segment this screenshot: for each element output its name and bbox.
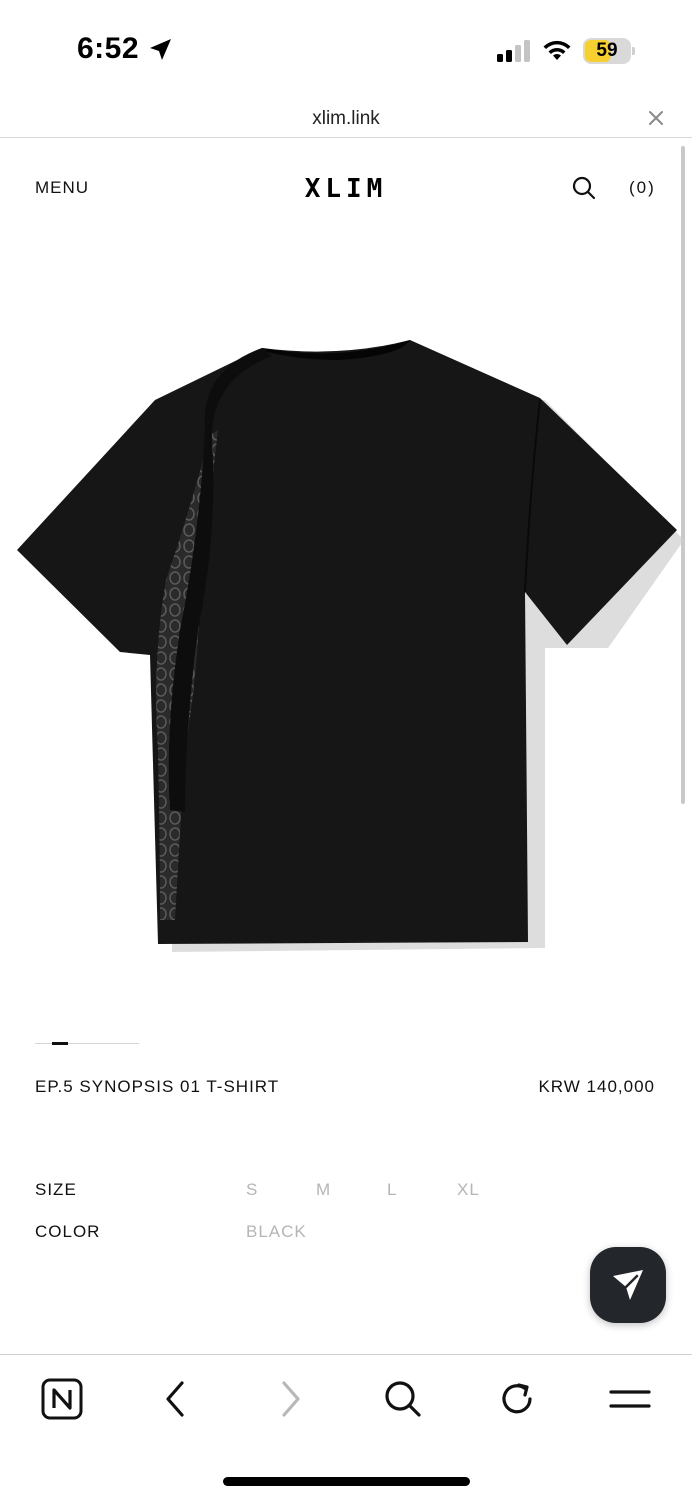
cellular-signal-icon	[497, 40, 530, 62]
product-name: EP.5 SYNOPSIS 01 T-SHIRT	[35, 1077, 280, 1096]
battery-indicator: 59	[583, 38, 635, 64]
size-option-l[interactable]: L	[387, 1180, 397, 1200]
size-option-s[interactable]: S	[246, 1180, 258, 1200]
home-indicator	[223, 1477, 470, 1486]
search-icon[interactable]	[381, 1377, 425, 1421]
size-label: SIZE	[35, 1180, 77, 1199]
color-label: COLOR	[35, 1222, 101, 1241]
size-option-xl[interactable]: XL	[457, 1180, 480, 1200]
location-arrow-icon	[150, 39, 171, 60]
url-bar[interactable]: xlim.link	[0, 100, 692, 138]
product-image[interactable]	[0, 330, 692, 960]
back-arrow-icon[interactable]	[154, 1377, 198, 1421]
share-button[interactable]	[590, 1247, 666, 1323]
browser-toolbar	[0, 1354, 692, 1500]
reload-icon[interactable]	[495, 1377, 539, 1421]
naver-home-icon[interactable]	[40, 1377, 84, 1421]
status-bar: 6:52 59	[0, 0, 692, 100]
battery-body: 59	[583, 38, 631, 64]
site-header: MENU XLIM (0)	[0, 160, 692, 216]
gallery-progress-active	[52, 1042, 68, 1045]
status-time: 6:52	[77, 32, 140, 65]
battery-cap	[632, 47, 635, 55]
search-icon[interactable]	[571, 175, 597, 201]
product-price: KRW 140,000	[538, 1077, 655, 1096]
paper-plane-icon	[613, 1270, 643, 1300]
wifi-icon	[543, 40, 571, 60]
forward-arrow-icon[interactable]	[268, 1377, 312, 1421]
battery-level: 59	[596, 40, 618, 61]
size-option-m[interactable]: M	[316, 1180, 331, 1200]
gallery-progress-track	[35, 1043, 139, 1044]
url-text[interactable]: xlim.link	[0, 108, 692, 130]
close-icon[interactable]	[646, 108, 666, 128]
cart-button[interactable]: (0)	[629, 178, 656, 198]
hamburger-menu-icon[interactable]	[608, 1377, 652, 1421]
color-option-black[interactable]: BLACK	[246, 1222, 307, 1242]
